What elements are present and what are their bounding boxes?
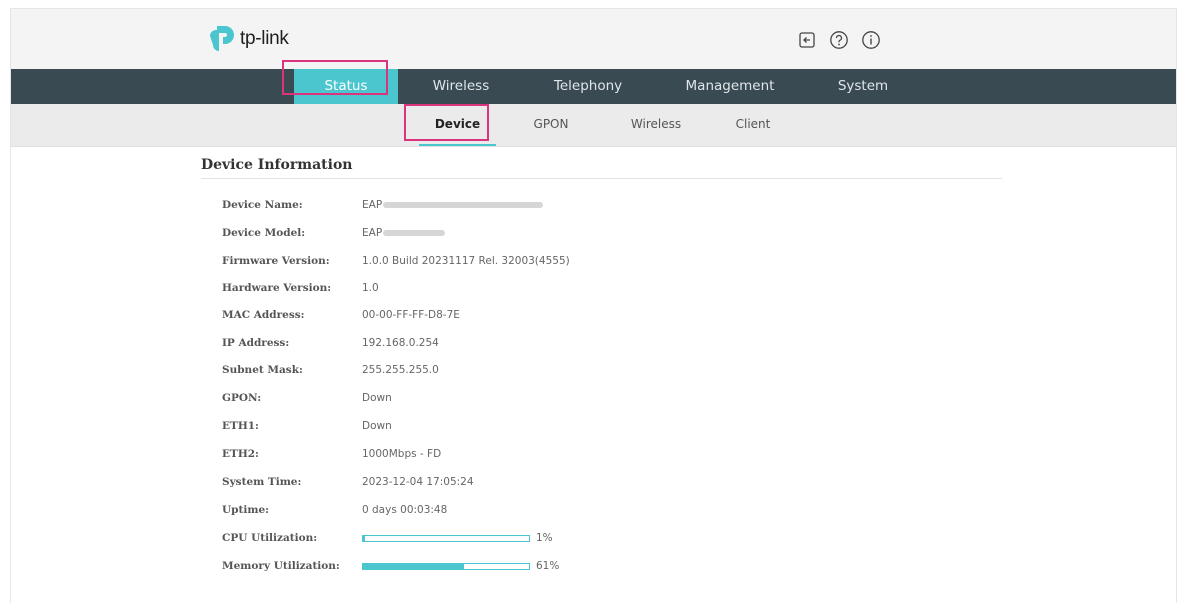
cpu-progress-bar xyxy=(362,534,530,542)
field-label: Device Model: xyxy=(222,227,306,239)
field-value: 1.0 xyxy=(362,282,379,294)
field-mac-address: MAC Address: 00-00-FF-FF-D8-7E xyxy=(222,305,460,325)
field-uptime: Uptime: 0 days 00:03:48 xyxy=(222,500,447,520)
field-value: Down xyxy=(362,420,392,432)
field-label: ETH1: xyxy=(222,420,259,432)
redacted-value xyxy=(383,230,446,236)
field-value: 2023-12-04 17:05:24 xyxy=(362,476,474,488)
field-ip-address: IP Address: 192.168.0.254 xyxy=(222,333,439,353)
progress-fill xyxy=(363,563,465,569)
field-value: 1.0.0 Build 20231117 Rel. 32003(4555) xyxy=(362,255,570,267)
nav-telephony[interactable]: Telephony xyxy=(536,69,640,104)
field-value: 0 days 00:03:48 xyxy=(362,504,448,516)
subnav-device[interactable]: Device xyxy=(419,104,496,146)
field-device-model: Device Model: EAP xyxy=(222,223,446,243)
field-label: ETH2: xyxy=(222,448,259,460)
logo-mark-icon xyxy=(210,26,234,51)
field-device-name: Device Name: EAP xyxy=(222,195,544,215)
subnav-client[interactable]: Client xyxy=(723,104,783,146)
field-firmware-version: Firmware Version: 1.0.0 Build 20231117 R… xyxy=(222,251,570,271)
field-system-time: System Time: 2023-12-04 17:05:24 xyxy=(222,472,474,492)
field-label: Memory Utilization: xyxy=(222,560,340,572)
field-label: Firmware Version: xyxy=(222,255,330,267)
field-value: 1000Mbps - FD xyxy=(362,448,442,460)
section-title: Device Information xyxy=(201,157,353,173)
field-memory-utilization: Memory Utilization: 61% xyxy=(222,556,559,576)
field-label: GPON: xyxy=(222,392,262,404)
logout-icon[interactable] xyxy=(796,29,818,51)
nav-management[interactable]: Management xyxy=(675,69,785,104)
field-value: 00-00-FF-FF-D8-7E xyxy=(362,309,460,321)
field-value: EAP xyxy=(362,199,544,211)
about-icon[interactable] xyxy=(860,29,882,51)
field-value: Down xyxy=(362,392,392,404)
field-label: CPU Utilization: xyxy=(222,532,318,544)
header-actions xyxy=(796,29,882,51)
progress-fill xyxy=(363,535,365,541)
nav-status[interactable]: Status xyxy=(294,69,398,104)
field-label: IP Address: xyxy=(222,337,290,349)
cpu-percent: 1% xyxy=(536,532,553,544)
nav-system[interactable]: System xyxy=(811,69,915,104)
field-hardware-version: Hardware Version: 1.0 xyxy=(222,278,379,298)
field-label: MAC Address: xyxy=(222,309,305,321)
main-nav: Status Wireless Telephony Management Sys… xyxy=(11,69,1176,104)
app-frame: tp-link Status Wireless Telephony Manage… xyxy=(10,8,1177,603)
nav-wireless[interactable]: Wireless xyxy=(409,69,513,104)
top-bar: tp-link xyxy=(11,8,1176,70)
field-eth1: ETH1: Down xyxy=(222,416,392,436)
field-subnet-mask: Subnet Mask: 255.255.255.0 xyxy=(222,360,439,380)
field-label: Device Name: xyxy=(222,199,303,211)
sub-nav: Device GPON Wireless Client xyxy=(11,104,1176,147)
field-eth2: ETH2: 1000Mbps - FD xyxy=(222,444,441,464)
subnav-gpon[interactable]: GPON xyxy=(521,104,581,146)
field-gpon: GPON: Down xyxy=(222,388,392,408)
help-icon[interactable] xyxy=(828,29,850,51)
field-cpu-utilization: CPU Utilization: 1% xyxy=(222,528,553,548)
field-label: Uptime: xyxy=(222,504,270,516)
field-value: 192.168.0.254 xyxy=(362,337,439,349)
subnav-wireless[interactable]: Wireless xyxy=(621,104,691,146)
section-divider xyxy=(201,178,1002,179)
redacted-value xyxy=(383,202,544,208)
field-label: Hardware Version: xyxy=(222,282,332,294)
tp-link-logo[interactable]: tp-link xyxy=(209,23,289,55)
field-value: EAP xyxy=(362,227,446,239)
field-label: Subnet Mask: xyxy=(222,364,303,376)
brand-name: tp-link xyxy=(240,28,289,49)
memory-percent: 61% xyxy=(536,560,560,572)
memory-progress-bar xyxy=(362,562,530,570)
field-value: 255.255.255.0 xyxy=(362,364,439,376)
field-label: System Time: xyxy=(222,476,302,488)
